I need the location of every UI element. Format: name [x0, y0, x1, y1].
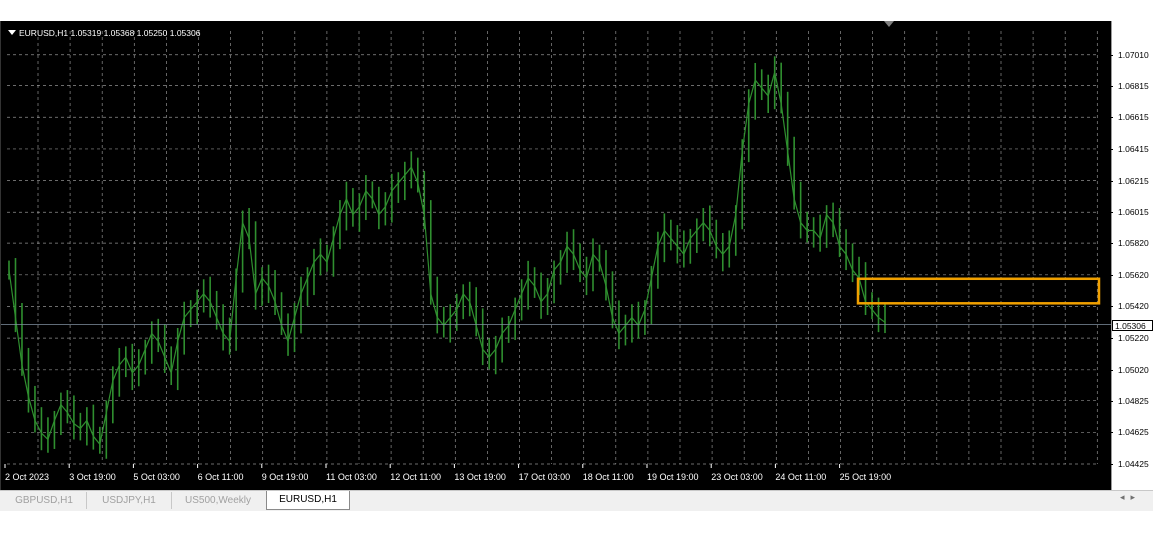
price-series-line [8, 72, 886, 446]
price-tick [1109, 338, 1113, 340]
time-tick-label: 3 Oct 19:00 [69, 472, 116, 482]
price-tick [1109, 54, 1113, 56]
time-tick-label: 18 Oct 11:00 [583, 472, 634, 482]
chart-header-text: EURUSD,H1 1.05319 1.05368 1.05250 1.0530… [19, 28, 201, 38]
scroll-left-icon[interactable]: ◂ [1120, 493, 1131, 503]
dropdown-triangle-icon[interactable] [8, 30, 16, 35]
highlight-rectangle [856, 277, 1101, 305]
price-tick [1109, 85, 1113, 87]
time-tick-label: 12 Oct 11:00 [390, 472, 441, 482]
chart-header: EURUSD,H1 1.05319 1.05368 1.05250 1.0530… [8, 28, 200, 38]
chart-window[interactable]: 2 Oct 2023 3 Oct 19:00 5 Oct 03:00 6 Oct 11… [0, 21, 1112, 490]
time-tick-label: 19 Oct 19:00 [647, 472, 699, 482]
price-tick-label: 1.06015 [1118, 207, 1149, 218]
price-tick-label: 1.07010 [1118, 49, 1149, 60]
chart-canvas[interactable]: 2 Oct 2023 3 Oct 19:00 5 Oct 03:00 6 Oct 11… [1, 21, 1112, 490]
time-tick-label: 13 Oct 19:00 [454, 472, 506, 482]
price-tick-label: 1.06415 [1118, 143, 1149, 154]
price-tick-label: 1.05620 [1118, 269, 1149, 280]
price-tick [1109, 180, 1113, 182]
price-tick [1109, 306, 1113, 308]
tab-scroll-arrows: ◂▸ [1120, 493, 1141, 503]
current-price-label: 1.05306 [1112, 319, 1153, 331]
price-tick [1109, 400, 1113, 402]
price-tick-label: 1.04825 [1118, 395, 1149, 406]
price-tick-label: 1.06615 [1118, 112, 1149, 123]
price-tick-label: 1.05020 [1118, 364, 1149, 375]
price-tick [1109, 212, 1113, 214]
chart-tab-bar: GBPUSD,H1 USDJPY,H1 US500,Weekly EURUSD,… [0, 490, 1153, 511]
price-tick [1109, 148, 1113, 150]
price-tick-label: 1.05820 [1118, 238, 1149, 249]
price-tick [1109, 117, 1113, 119]
price-tick [1109, 243, 1113, 245]
time-tick-label: 6 Oct 11:00 [198, 472, 244, 482]
price-tick-label: 1.04625 [1118, 427, 1149, 438]
price-tick [1109, 369, 1113, 371]
time-tick-label: 17 Oct 03:00 [519, 472, 571, 482]
tab-gbpusd-h1[interactable]: GBPUSD,H1 [2, 492, 87, 509]
bottom-strip [0, 511, 1153, 540]
price-tick [1109, 274, 1113, 276]
tab-us500-weekly[interactable]: US500,Weekly [172, 492, 264, 509]
time-tick-label: 2 Oct 2023 [5, 472, 49, 482]
price-tick-label: 1.04425 [1118, 459, 1149, 469]
price-tick [1109, 464, 1113, 465]
price-tick-label: 1.06215 [1118, 175, 1149, 186]
scroll-right-icon[interactable]: ▸ [1130, 493, 1141, 503]
time-tick-label: 25 Oct 19:00 [840, 472, 892, 482]
time-tick-label: 9 Oct 19:00 [262, 472, 309, 482]
time-tick-label: 24 Oct 11:00 [775, 472, 826, 482]
price-tick [1109, 432, 1113, 434]
time-tick-label: 23 Oct 03:00 [711, 472, 763, 482]
top-strip [0, 0, 1153, 21]
chart-shift-marker-icon [884, 21, 894, 27]
tab-usdjpy-h1[interactable]: USDJPY,H1 [87, 492, 172, 509]
price-tick-label: 1.05420 [1118, 301, 1149, 312]
price-tick-label: 1.05220 [1118, 333, 1149, 344]
time-tick-label: 5 Oct 03:00 [133, 472, 180, 482]
time-tick-label: 11 Oct 03:00 [326, 472, 377, 482]
tab-eurusd-h1[interactable]: EURUSD,H1 [266, 491, 350, 510]
price-tick-label: 1.06815 [1118, 80, 1149, 91]
price-scale[interactable]: 1.07010 1.06815 1.06615 1.06415 1.06215 1.060… [1109, 21, 1153, 490]
